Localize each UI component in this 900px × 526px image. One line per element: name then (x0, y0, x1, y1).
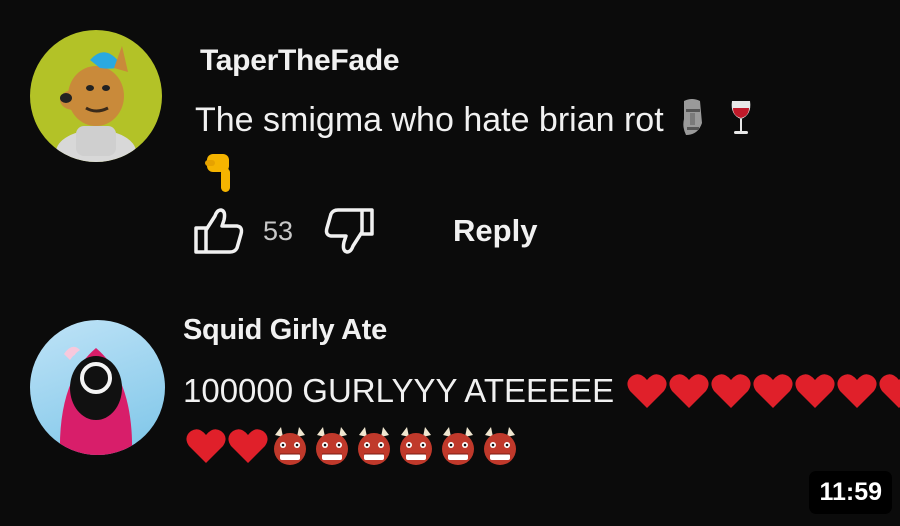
thumbs-up-icon (194, 208, 244, 254)
heart-icon (186, 429, 226, 463)
comment-actions: 53 Reply (193, 206, 537, 256)
avatar[interactable] (30, 30, 162, 162)
reply-button[interactable]: Reply (453, 213, 537, 249)
dislike-button[interactable] (323, 206, 375, 256)
heart-icon (879, 374, 900, 408)
ogre-icon (316, 427, 348, 465)
heart-icon (669, 374, 709, 408)
comment-text-line-2 (203, 150, 237, 200)
heart-icon (837, 374, 877, 408)
ogre-icon (274, 427, 306, 465)
comment-text: The smigma who hate brian rot (195, 100, 664, 139)
comment-text-line-2 (185, 425, 521, 467)
moai-icon (678, 97, 706, 143)
video-timestamp: 11:59 (809, 471, 892, 514)
squid-game-guard-avatar-icon (59, 346, 133, 455)
heart-icon (228, 429, 268, 463)
username[interactable]: TaperTheFade (200, 44, 400, 78)
heart-icon (627, 374, 667, 408)
point-down-icon (203, 150, 237, 200)
dog-avatar-icon (56, 46, 136, 162)
ogre-icon (442, 427, 474, 465)
like-count: 53 (263, 215, 294, 246)
comment-text-line-1: The smigma who hate brian rot (195, 97, 754, 143)
username[interactable]: Squid Girly Ate (183, 314, 387, 347)
wine-glass-icon (728, 97, 754, 143)
avatar[interactable] (30, 320, 165, 455)
heart-icon (795, 374, 835, 408)
heart-icon (711, 374, 751, 408)
heart-icon (753, 374, 793, 408)
comment-2: Squid Girly Ate 100000 GURLYYY ATEEEEE (0, 280, 900, 526)
ogre-icon (484, 427, 516, 465)
comment-text-line-1: 100000 GURLYYY ATEEEEE (183, 372, 900, 410)
comment-text: 100000 GURLYYY ATEEEEE (183, 372, 615, 409)
like-button[interactable] (193, 206, 245, 256)
ogre-icon (358, 427, 390, 465)
comment-1: TaperTheFade The smigma who hate brian r… (0, 0, 900, 280)
hearts-row (185, 427, 269, 465)
ogre-icon (400, 427, 432, 465)
ogres-row (269, 425, 521, 467)
hearts-row (626, 372, 900, 410)
thumbs-down-icon (324, 208, 374, 254)
